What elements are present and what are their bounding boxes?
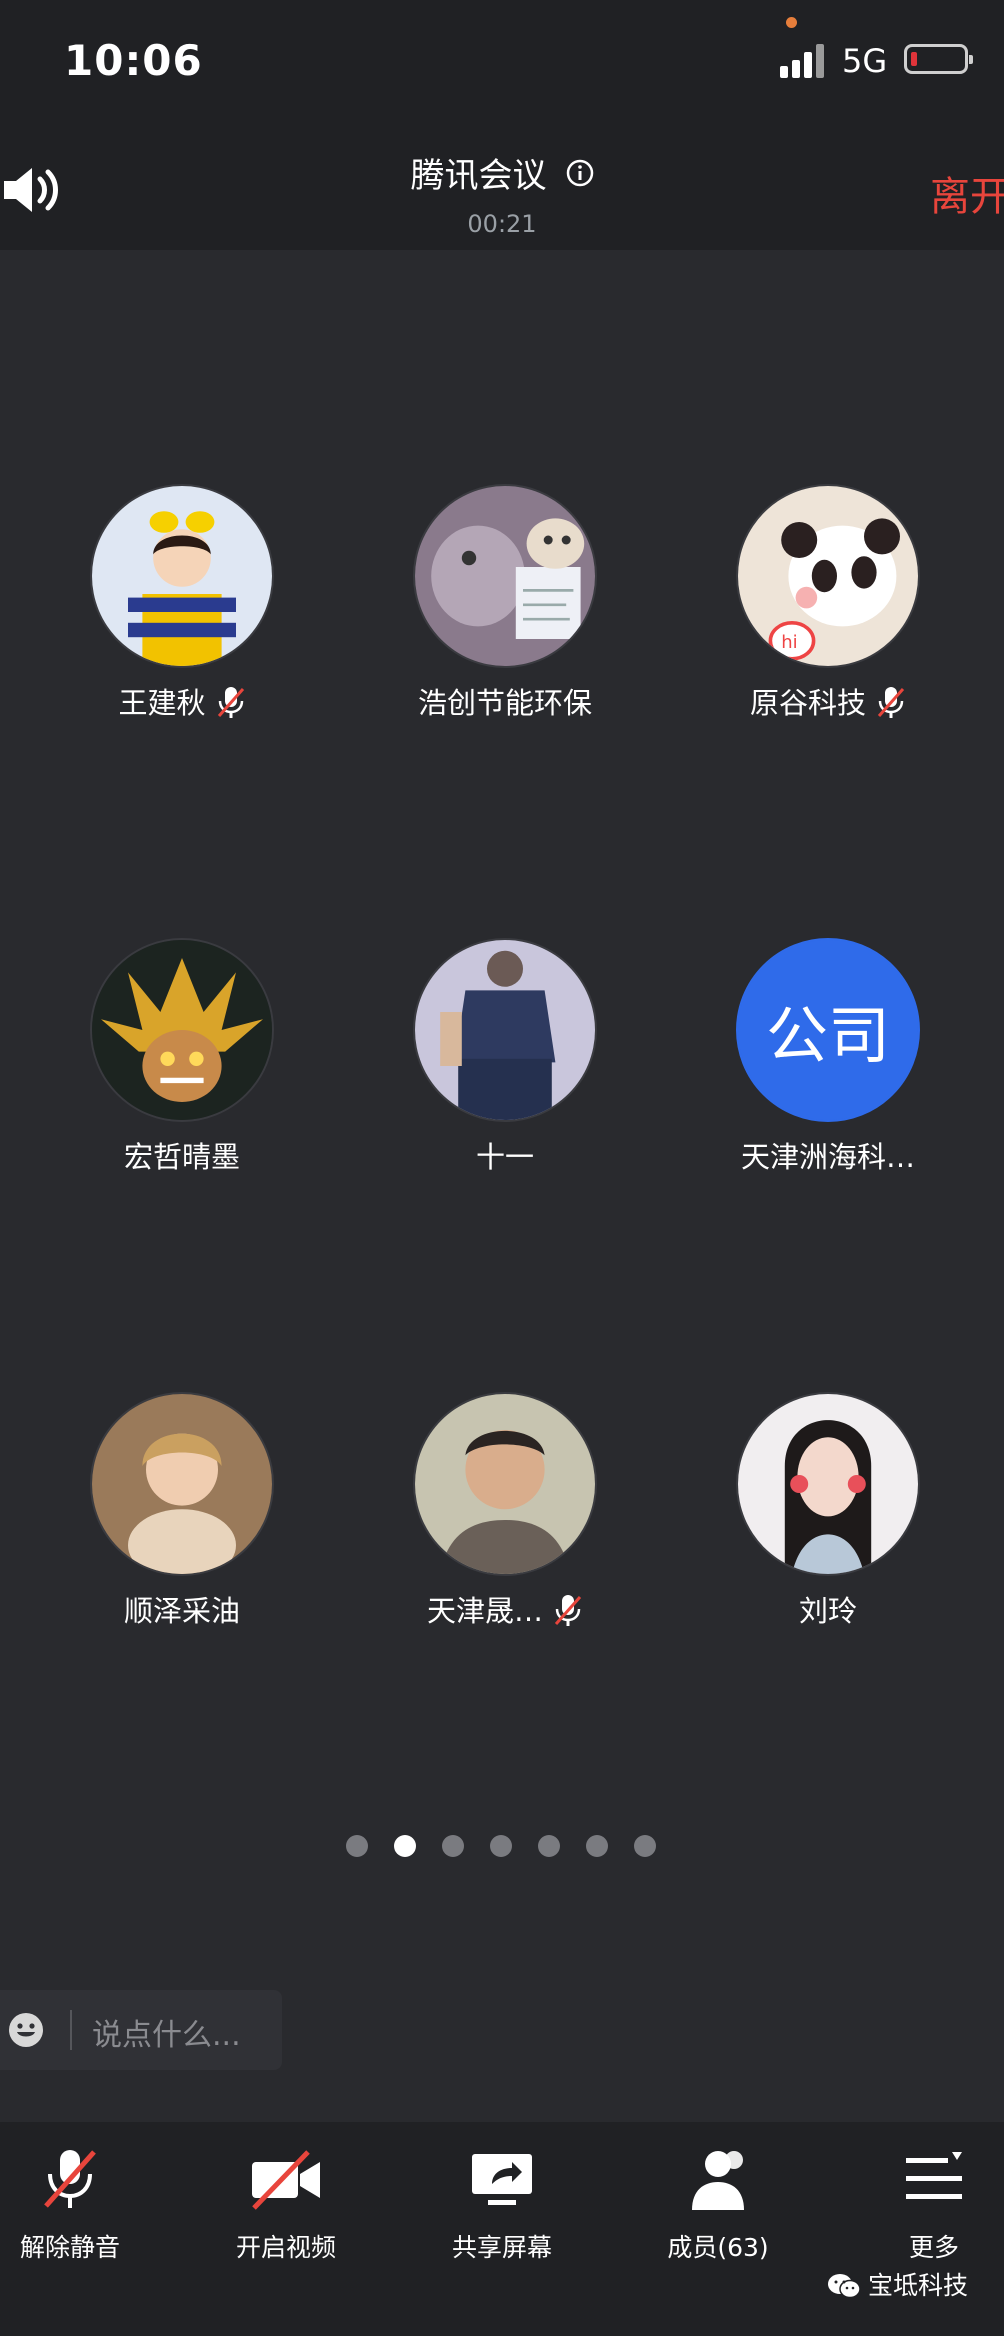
participant-tile[interactable]: hi 原谷科技 <box>640 484 970 724</box>
info-icon[interactable] <box>566 159 594 187</box>
emoji-icon[interactable] <box>8 2012 44 2048</box>
avatar-initials: 公司 <box>765 999 890 1072</box>
participant-tile[interactable]: 王建秋 <box>0 484 324 724</box>
network-type: 5G <box>842 42 888 80</box>
participant-tile[interactable]: 宏哲晴墨 <box>0 938 324 1178</box>
participant-tile[interactable]: 浩创节能环保 <box>317 484 647 724</box>
mic-muted-icon <box>553 1593 583 1627</box>
members-button[interactable]: 成员(63) <box>628 2144 808 2294</box>
participant-tile[interactable]: 十一 <box>317 938 647 1178</box>
members-icon <box>692 2151 744 2210</box>
participant-name: 十一 <box>475 1140 534 1174</box>
meeting-timer: 00:21 <box>467 210 537 238</box>
chat-placeholder: 说点什么... <box>92 2018 241 2053</box>
share-screen-icon <box>472 2154 532 2205</box>
avatar <box>413 484 597 668</box>
more-menu-icon <box>906 2152 962 2199</box>
bottom-toolbar: 解除静音 开启视频 共享屏幕 成员(63) 更多 <box>0 2122 1004 2336</box>
page-indicator <box>340 1835 680 1859</box>
page-dot[interactable] <box>538 1835 560 1857</box>
participant-tile[interactable]: 顺泽采油 <box>0 1392 324 1632</box>
participant-name: 浩创节能环保 <box>417 686 592 720</box>
page-dot[interactable] <box>442 1835 464 1857</box>
page-dot[interactable] <box>346 1835 368 1857</box>
meeting-header: 腾讯会议 00:21 离开 <box>0 120 1004 250</box>
mic-muted-icon <box>216 685 246 719</box>
participant-tile[interactable]: 刘玲 <box>640 1392 970 1632</box>
divider <box>70 2010 72 2050</box>
status-bar: 10:06 5G <box>0 0 1004 120</box>
watermark: 宝坻科技 <box>826 2266 968 2302</box>
chat-input[interactable]: 说点什么... <box>0 1990 282 2070</box>
avatar <box>736 1392 920 1576</box>
avatar <box>90 1392 274 1576</box>
participant-name: 王建秋 <box>118 686 206 720</box>
start-video-button[interactable]: 开启视频 <box>196 2144 376 2294</box>
page-dot[interactable] <box>586 1835 608 1857</box>
participant-name: 顺泽采油 <box>123 1594 240 1628</box>
avatar <box>90 938 274 1122</box>
clock: 10:06 <box>64 36 203 85</box>
participant-name: 原谷科技 <box>749 686 866 720</box>
share-screen-button[interactable]: 共享屏幕 <box>412 2144 592 2294</box>
avatar: 公司 <box>736 938 920 1122</box>
camera-off-icon <box>252 2150 320 2210</box>
page-dot-active[interactable] <box>394 1835 416 1857</box>
wechat-icon <box>826 2272 862 2300</box>
leave-button[interactable]: 离开 <box>930 164 1004 222</box>
members-label: 成员(63) <box>667 2233 769 2262</box>
unmute-label: 解除静音 <box>19 2233 120 2262</box>
signal-icon <box>780 44 830 78</box>
share-screen-label: 共享屏幕 <box>451 2233 552 2262</box>
avatar <box>413 938 597 1122</box>
participant-tile[interactable]: 天津晟… <box>317 1392 647 1632</box>
participant-name: 天津晟… <box>426 1594 543 1628</box>
avatar: hi <box>736 484 920 668</box>
svg-text:hi: hi <box>781 632 797 653</box>
avatar <box>413 1392 597 1576</box>
privacy-indicator-dot <box>786 17 797 28</box>
avatar <box>90 484 274 668</box>
mic-muted-icon <box>44 2150 96 2208</box>
mic-muted-icon <box>876 685 906 719</box>
participant-name: 天津洲海科… <box>740 1140 915 1174</box>
participant-name: 宏哲晴墨 <box>123 1140 240 1174</box>
more-label: 更多 <box>908 2233 959 2262</box>
meeting-title[interactable]: 腾讯会议 <box>410 148 546 197</box>
battery-icon <box>904 44 973 74</box>
unmute-button[interactable]: 解除静音 <box>0 2144 160 2294</box>
watermark-text: 宝坻科技 <box>868 2271 969 2300</box>
page-dot[interactable] <box>634 1835 656 1857</box>
participant-tile[interactable]: 公司 天津洲海科… <box>640 938 970 1178</box>
participant-name: 刘玲 <box>798 1594 857 1628</box>
start-video-label: 开启视频 <box>235 2233 336 2262</box>
page-dot[interactable] <box>490 1835 512 1857</box>
